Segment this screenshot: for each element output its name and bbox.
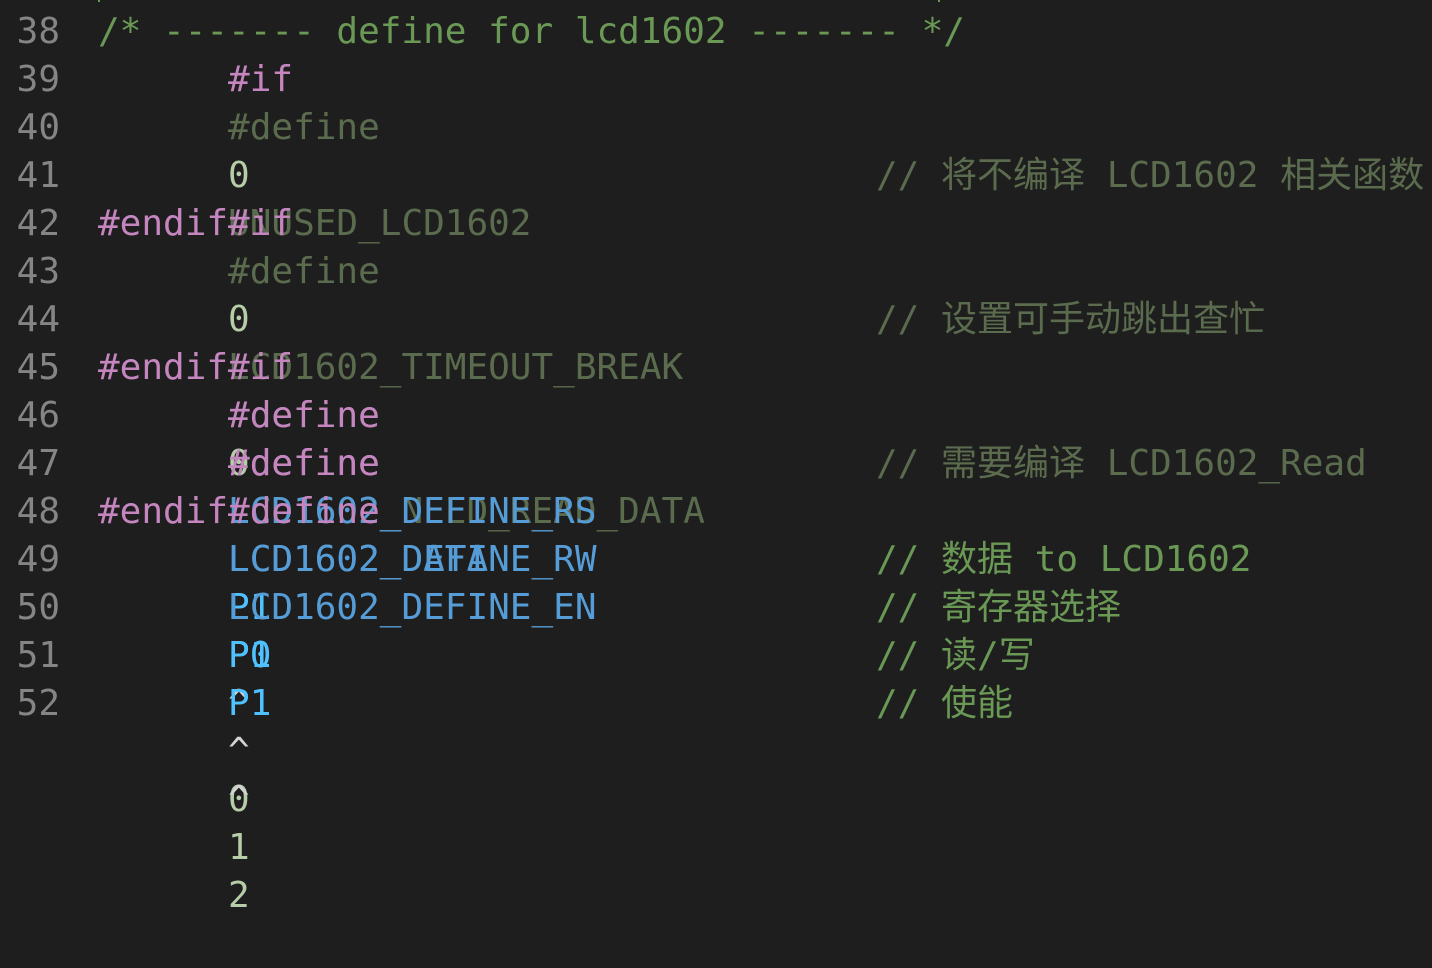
line-number: 48	[16, 491, 60, 532]
line-number: 47	[16, 443, 60, 484]
line-number: 38	[16, 11, 60, 52]
line-number: 46	[16, 395, 60, 436]
code-line-52[interactable]: 52 #define LCD1602_DEFINE_EN P1 ^ 2 // 使…	[0, 491, 1432, 916]
preprocessor-directive: #define	[228, 491, 380, 532]
previous-line-fragment	[98, 0, 958, 2]
line-comment: // 数据 to LCD1602	[876, 539, 1252, 580]
line-number: 45	[16, 347, 60, 388]
line-number: 41	[16, 155, 60, 196]
line-number: 42	[16, 203, 60, 244]
line-number: 52	[16, 683, 60, 724]
preprocessor-directive: #define	[228, 251, 380, 292]
preprocessor-directive: #define	[228, 107, 380, 148]
xor-operator: ^	[228, 779, 250, 820]
line-comment: // 使能	[876, 683, 1014, 724]
line-comment: // 需要编译 LCD1602_Read	[876, 443, 1367, 484]
line-number: 51	[16, 635, 60, 676]
line-comment: // 读/写	[876, 635, 1035, 676]
line-number: 44	[16, 299, 60, 340]
line-number: 39	[16, 59, 60, 100]
line-number: 50	[16, 587, 60, 628]
line-comment: // 寄存器选择	[876, 587, 1122, 628]
line-comment: // 将不编译 LCD1602 相关函数	[876, 155, 1425, 196]
macro-name: LCD1602_DEFINE_EN	[228, 587, 597, 628]
line-number: 40	[16, 107, 60, 148]
line-comment: // 设置可手动跳出查忙	[876, 299, 1266, 340]
line-number: 49	[16, 539, 60, 580]
code-editor[interactable]: 38 /* ------- define for lcd1602 -------…	[0, 0, 1432, 916]
line-number: 43	[16, 251, 60, 292]
port-identifier: P1	[228, 683, 272, 724]
number-literal: 2	[228, 875, 250, 916]
